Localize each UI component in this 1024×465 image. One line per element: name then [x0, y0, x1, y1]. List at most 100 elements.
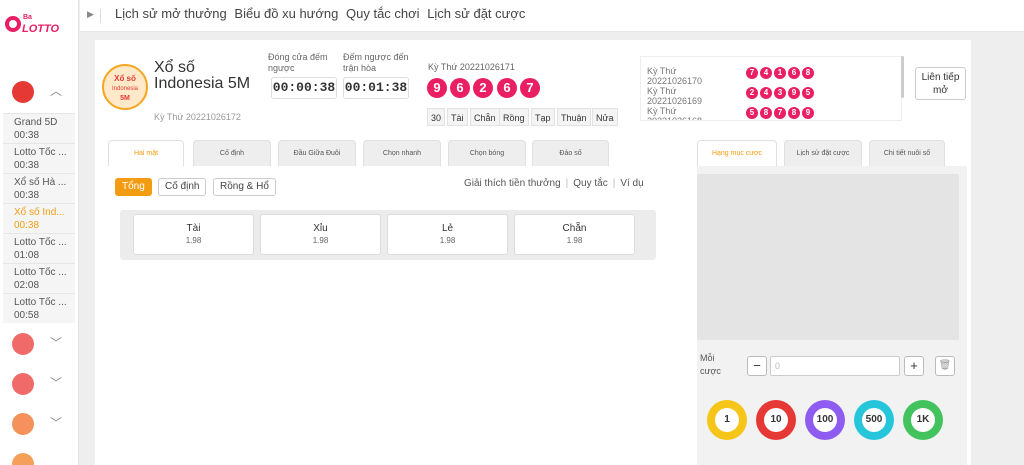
brand-logo[interactable]: Ba LOTTO	[4, 8, 66, 38]
history-ball: 5	[746, 107, 758, 119]
svg-text:Ba: Ba	[23, 14, 32, 21]
chevron-down-icon: ﹀	[49, 376, 62, 390]
history-ball: 9	[802, 107, 814, 119]
sidebar: Ba LOTTO ︿ Grand 5D 00:38 Lotto Tốc ... 00…	[0, 0, 79, 465]
game-logo: Xổ số Indonesia 5M	[102, 64, 148, 110]
bet-slip-panel: Mỗi cược − 0 + 🗑 1 10 100 500 1K	[697, 166, 967, 465]
tab-two-sides[interactable]: Hai mặt	[108, 140, 184, 166]
chip-value: 100	[813, 408, 837, 432]
subtab-dragon-tiger[interactable]: Rồng & Hổ	[213, 178, 276, 196]
bet-option-small[interactable]: Xỉu 1.98	[260, 214, 381, 255]
lottery-ball-icon	[12, 333, 34, 355]
tab-bet-history[interactable]: Lịch sử đặt cược	[784, 140, 862, 166]
history-row: Kỳ Thứ 20221026168 5 8 7 8 9	[647, 106, 901, 121]
history-ball: 6	[788, 67, 800, 79]
history-issue: Kỳ Thứ 20221026170	[647, 66, 703, 86]
rules-link[interactable]: Quy tắc	[573, 178, 607, 189]
result-ball: 6	[450, 78, 470, 98]
previous-issue-label: Kỳ Thứ 20221026171	[428, 62, 515, 72]
tab-follow-details[interactable]: Chi tiết nuôi số	[869, 140, 945, 166]
bet-options: Tài 1.98 Xỉu 1.98 Lẻ 1.98 Chẵn 1.98	[120, 210, 656, 260]
chip-10[interactable]: 10	[756, 400, 796, 440]
sidebar-game-item[interactable]: Grand 5D 00:38	[3, 113, 75, 143]
chevron-down-icon: ﹀	[49, 336, 62, 350]
sidebar-game-item[interactable]: Lotto Tốc ... 00:58	[3, 293, 75, 323]
current-issue: Kỳ Thứ 20221026172	[154, 112, 241, 122]
category-more[interactable]	[3, 444, 75, 465]
continuous-open-button[interactable]: Liên tiếp mở	[915, 67, 966, 100]
bet-area: Tổng Cố định Rồng & Hổ Giải thích tiền t…	[100, 166, 668, 465]
top-nav: ▶ Lịch sử mở thưởng Biểu đồ xu hướng Quy…	[80, 0, 1024, 32]
history-ball: 5	[802, 87, 814, 99]
tab-quick-pick[interactable]: Chọn nhanh	[363, 140, 441, 166]
sidebar-game-item[interactable]: Lotto Tốc ... 01:08	[3, 233, 75, 263]
bet-option-odd[interactable]: Lẻ 1.98	[387, 214, 508, 255]
lottery-ball-icon	[12, 453, 34, 465]
history-ball: 8	[788, 107, 800, 119]
nav-bet-history-link[interactable]: Lịch sử đặt cược	[427, 6, 525, 21]
main-panel: Xổ số Indonesia 5M Xổ số Indonesia 5M Kỳ…	[95, 40, 971, 465]
tab-bet-items[interactable]: Hạng mục cược	[697, 140, 777, 166]
tab-reverse[interactable]: Đảo số	[532, 140, 609, 166]
result-tag: Tạp	[531, 108, 555, 126]
trash-icon[interactable]: 🗑	[935, 356, 955, 376]
history-ball: 7	[774, 107, 786, 119]
stake-label: Mỗi cược	[700, 353, 721, 376]
option-name: Xỉu	[313, 223, 328, 234]
chevron-down-icon: ﹀	[49, 416, 62, 430]
increase-stake-button[interactable]: +	[904, 356, 924, 376]
nav-draw-history-link[interactable]: Lịch sử mở thưởng	[115, 6, 227, 21]
history-ball: 8	[760, 107, 772, 119]
nav-rules-link[interactable]: Quy tắc chơi	[346, 6, 420, 21]
result-tag: Tài	[447, 108, 468, 126]
history-scrollbar[interactable]	[901, 56, 904, 98]
chip-value: 10	[764, 408, 788, 432]
expand-sidebar-icon[interactable]: ▶	[87, 9, 101, 23]
category-pk10[interactable]: ﹀	[3, 324, 75, 362]
stake-input[interactable]: 0	[770, 356, 900, 376]
chip-1k[interactable]: 1K	[903, 400, 943, 440]
option-name: Tài	[186, 223, 201, 234]
result-ball: 7	[520, 78, 540, 98]
lottery-ball-icon	[12, 373, 34, 395]
chip-1[interactable]: 1	[707, 400, 747, 440]
tab-pick-ball[interactable]: Chọn bóng	[448, 140, 526, 166]
game-name: Grand 5D	[14, 117, 58, 128]
draw-countdown-label: Đếm ngược đến trận hòa	[343, 52, 409, 73]
category-lotto[interactable]: ﹀	[3, 364, 75, 402]
category-lottery-expanded[interactable]: ︿	[3, 72, 75, 110]
game-title: Xổ số Indonesia 5M	[154, 59, 251, 92]
subtab-fixed[interactable]: Cố định	[158, 178, 207, 196]
game-time: 00:38	[14, 130, 40, 141]
result-ball: 6	[497, 78, 517, 98]
sidebar-game-item-active[interactable]: Xổ số Ind... 00:38	[3, 203, 75, 233]
sidebar-game-item[interactable]: Xổ số Hà ... 00:38	[3, 173, 75, 203]
subtab-total[interactable]: Tổng	[115, 178, 152, 196]
history-issue: Kỳ Thứ 20221026168	[647, 106, 703, 121]
bet-option-big[interactable]: Tài 1.98	[133, 214, 254, 255]
decrease-stake-button[interactable]: −	[747, 356, 767, 376]
result-tag: Thuận	[557, 108, 591, 126]
history-ball: 4	[760, 67, 772, 79]
sidebar-game-item[interactable]: Lotto Tốc ... 00:38	[3, 143, 75, 173]
chip-100[interactable]: 100	[805, 400, 845, 440]
example-link[interactable]: Ví dụ	[620, 178, 643, 189]
history-ball: 8	[802, 67, 814, 79]
game-name: Xổ số Ind...	[14, 207, 65, 218]
tab-fixed[interactable]: Cố định	[193, 140, 271, 166]
chip-500[interactable]: 500	[854, 400, 894, 440]
lottery-ball-icon	[12, 81, 34, 103]
recent-results-list[interactable]: Kỳ Thứ 20221026170 7 4 1 6 8 Kỳ Thứ 2022…	[640, 56, 902, 121]
sidebar-game-item[interactable]: Lotto Tốc ... 02:08	[3, 263, 75, 293]
tab-head-mid-tail[interactable]: Đầu Giữa Đuôi	[278, 140, 356, 166]
game-name: Lotto Tốc ...	[14, 147, 67, 158]
history-row: Kỳ Thứ 20221026170 7 4 1 6 8	[647, 66, 901, 88]
category-other[interactable]: ﹀	[3, 404, 75, 442]
option-odds: 1.98	[312, 236, 329, 245]
option-name: Lẻ	[441, 223, 454, 234]
history-row: Kỳ Thứ 20221026169 2 4 3 9 5	[647, 86, 901, 108]
bet-option-even[interactable]: Chẵn 1.98	[514, 214, 635, 255]
result-tag: Nửa	[592, 108, 618, 126]
prize-explanation-link[interactable]: Giải thích tiền thưởng	[464, 178, 561, 189]
nav-trend-chart-link[interactable]: Biểu đồ xu hướng	[234, 6, 338, 21]
